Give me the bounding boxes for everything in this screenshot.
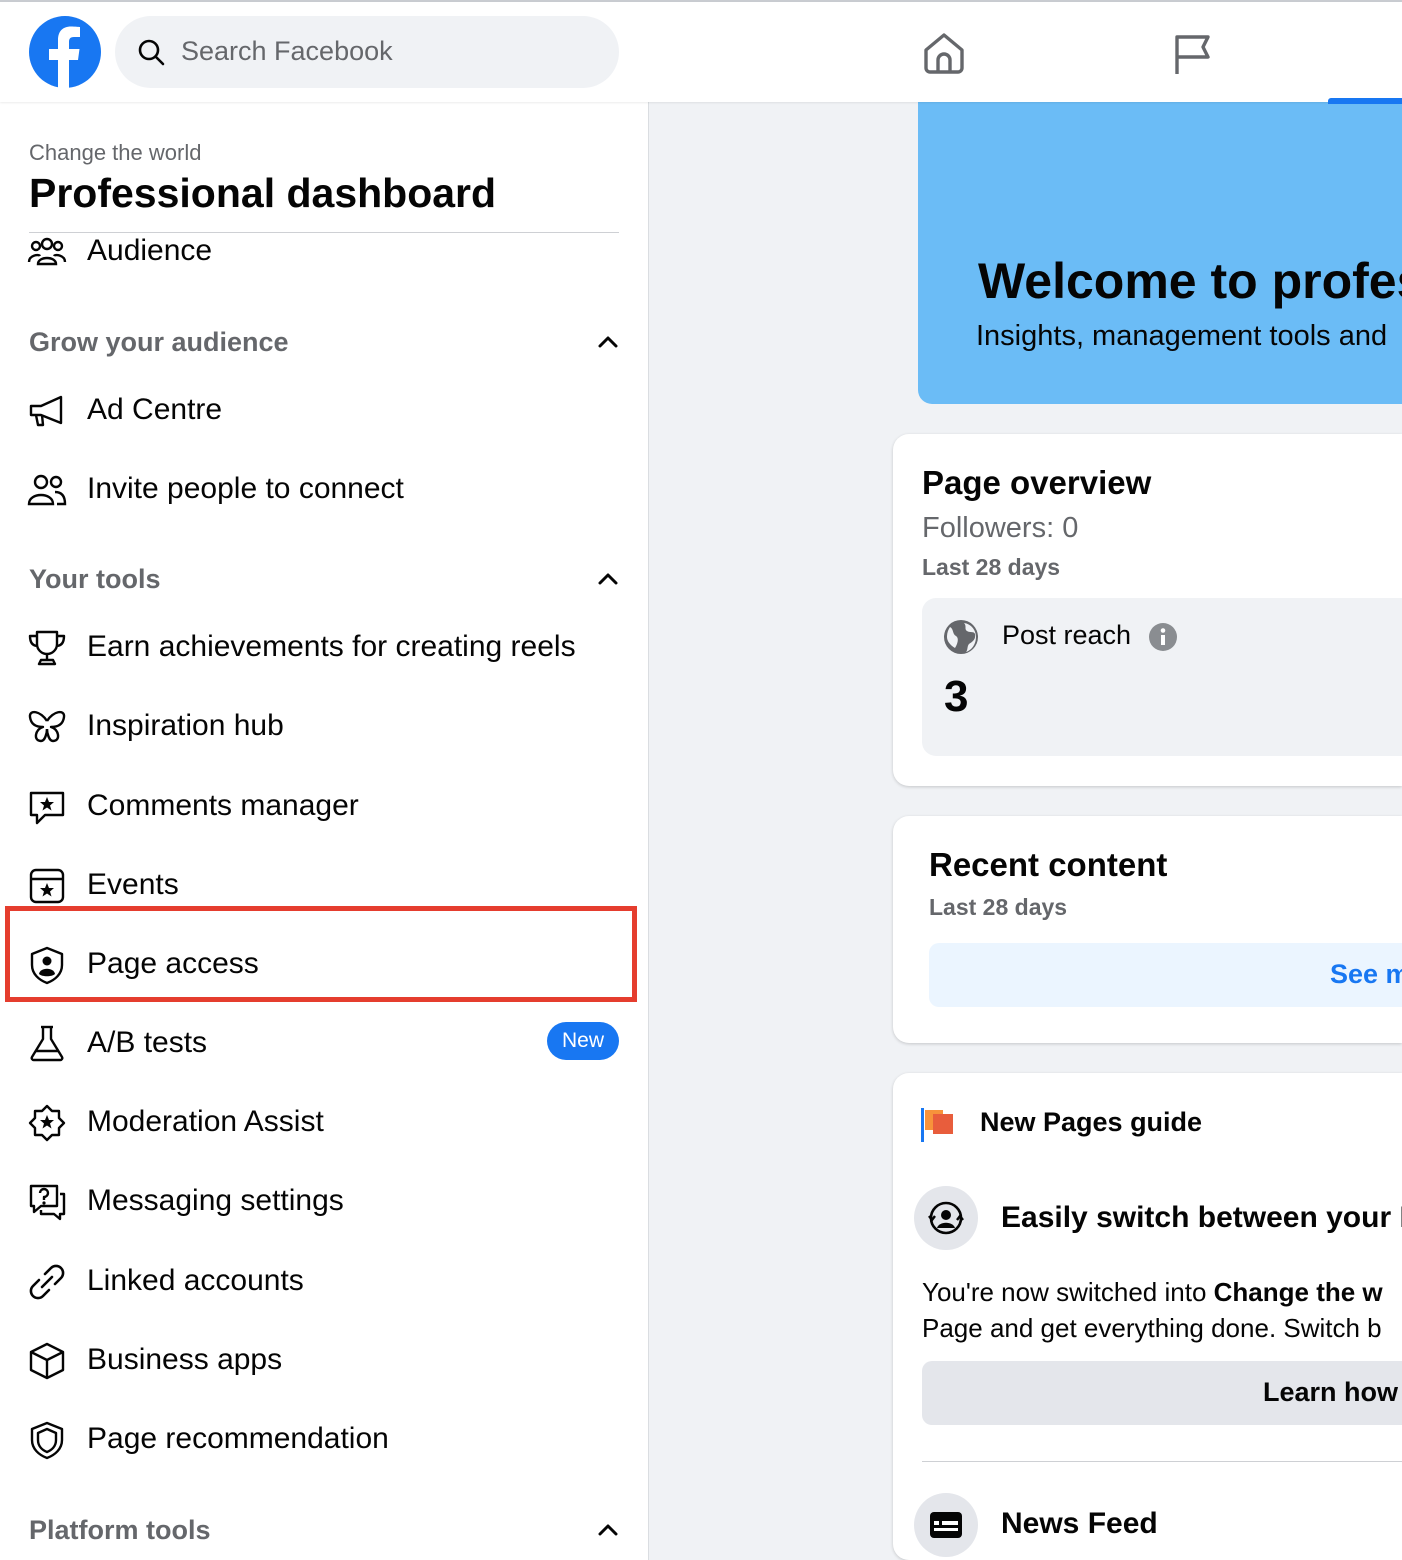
guide-flag-icon [921, 1108, 953, 1142]
page-overview-card: Page overview Followers: 0 Last 28 days … [893, 434, 1402, 786]
sidebar-item-label: Inspiration hub [87, 709, 284, 742]
message-question-icon [29, 1184, 66, 1221]
metric-value: 3 [944, 672, 969, 721]
section-platform-tools[interactable]: Platform tools [29, 1511, 619, 1551]
guide-item-text-line1: You're now switched into Change the w [922, 1277, 1383, 1308]
text-segment: You're now switched into [922, 1277, 1214, 1307]
butterfly-icon [28, 710, 66, 743]
sidebar-item-messaging-settings[interactable]: Messaging settings [27, 1170, 627, 1230]
comment-star-icon [29, 791, 65, 825]
new-badge: New [547, 1022, 619, 1060]
section-label: Your tools [29, 564, 161, 594]
sidebar: Change the world Professional dashboard … [0, 102, 649, 1560]
card-title: Recent content [929, 846, 1168, 883]
cube-icon [29, 1342, 65, 1380]
sidebar-item-label: Comments manager [87, 789, 359, 822]
news-feed-icon [930, 1512, 962, 1538]
sidebar-item-events[interactable]: Events [27, 854, 627, 914]
period-label: Last 28 days [922, 554, 1061, 580]
flask-icon [30, 1025, 64, 1062]
flag-icon[interactable] [1170, 30, 1214, 76]
sidebar-item-label: Page recommendation [87, 1422, 389, 1455]
link-icon [29, 1264, 65, 1300]
sidebar-item-label: Linked accounts [87, 1264, 304, 1297]
search-bar[interactable]: Search Facebook [115, 16, 619, 88]
sidebar-item-moderation-assist[interactable]: Moderation Assist [27, 1091, 627, 1151]
sidebar-item-audience[interactable]: Audience [27, 220, 627, 280]
trophy-icon [28, 630, 66, 666]
nav-active-indicator [1328, 98, 1402, 104]
top-navigation-bar: Search Facebook [0, 2, 1402, 104]
switch-profile-icon-wrap [914, 1186, 978, 1250]
card-title: New Pages guide [980, 1107, 1203, 1137]
megaphone-icon [29, 395, 63, 427]
page-name-bold: Change the w [1213, 1277, 1383, 1307]
period-label: Last 28 days [929, 894, 1068, 920]
sidebar-item-invite-people[interactable]: Invite people to connect [27, 458, 627, 518]
sidebar-item-earn-achievements[interactable]: Earn achievements for creating reels [27, 616, 627, 676]
sidebar-item-business-apps[interactable]: Business apps [27, 1329, 627, 1389]
shield-icon [30, 1421, 64, 1460]
sidebar-item-label: Messaging settings [87, 1184, 344, 1217]
highlight-box [5, 906, 637, 1002]
sidebar-title: Professional dashboard [29, 170, 497, 216]
info-icon[interactable] [1148, 622, 1178, 652]
chevron-up-icon[interactable] [597, 331, 619, 353]
see-more-button[interactable]: See m [929, 943, 1402, 1007]
post-reach-metric[interactable]: Post reach 3 [922, 598, 1402, 756]
section-label: Platform tools [29, 1515, 211, 1545]
section-grow-your-audience[interactable]: Grow your audience [29, 323, 619, 363]
calendar-star-icon [29, 868, 65, 904]
sidebar-item-label: Ad Centre [87, 393, 223, 426]
news-feed-icon-wrap [914, 1493, 978, 1557]
chevron-up-icon[interactable] [597, 1519, 619, 1541]
sidebar-item-label: A/B tests [87, 1026, 208, 1059]
guide-item-title: Easily switch between your P [1001, 1201, 1402, 1234]
section-label: Grow your audience [29, 327, 289, 357]
switch-profile-icon [928, 1201, 964, 1235]
button-label: Learn how [1263, 1377, 1399, 1407]
metric-label: Post reach [1002, 620, 1132, 650]
guide-item-text-line2: Page and get everything done. Switch b [922, 1313, 1382, 1343]
audience-icon [27, 237, 67, 266]
welcome-banner: Welcome to profes Insights, management t… [918, 102, 1402, 404]
sidebar-item-inspiration-hub[interactable]: Inspiration hub [27, 695, 627, 755]
gear-star-icon [28, 1104, 66, 1142]
followers-count: Followers: 0 [922, 512, 1079, 544]
search-icon [138, 39, 165, 66]
sidebar-item-label: Invite people to connect [87, 472, 404, 505]
sidebar-item-label: Events [87, 868, 179, 901]
facebook-logo-icon[interactable] [29, 16, 101, 88]
new-pages-guide-card: New Pages guide Easily switch between yo… [893, 1073, 1402, 1560]
chevron-up-icon[interactable] [597, 568, 619, 590]
people-icon [27, 474, 67, 506]
sidebar-item-label: Earn achievements for creating reels [87, 630, 576, 663]
sidebar-item-ad-centre[interactable]: Ad Centre [27, 379, 627, 439]
sidebar-item-comments-manager[interactable]: Comments manager [27, 775, 627, 835]
sidebar-item-ab-tests[interactable]: A/B tests New [27, 1012, 627, 1072]
sidebar-item-label: Audience [87, 234, 213, 267]
card-title: Page overview [922, 464, 1152, 501]
sidebar-item-label: Moderation Assist [87, 1105, 324, 1138]
divider [922, 1461, 1402, 1462]
search-placeholder: Search Facebook [181, 36, 393, 66]
page-name: Change the world [29, 140, 202, 165]
button-label: See m [1330, 959, 1402, 989]
recent-content-card: Recent content Last 28 days See m [893, 816, 1402, 1043]
next-guide-item[interactable]: News Feed [1001, 1507, 1158, 1541]
banner-title: Welcome to profes [978, 253, 1402, 309]
sidebar-item-page-recommendation[interactable]: Page recommendation [27, 1408, 627, 1468]
home-icon[interactable] [920, 30, 968, 76]
section-your-tools[interactable]: Your tools [29, 560, 619, 600]
sidebar-item-linked-accounts[interactable]: Linked accounts [27, 1250, 627, 1310]
learn-how-button[interactable]: Learn how [922, 1361, 1402, 1425]
banner-subtitle: Insights, management tools and [976, 320, 1388, 352]
sidebar-item-label: Business apps [87, 1343, 283, 1376]
globe-icon [944, 620, 978, 654]
